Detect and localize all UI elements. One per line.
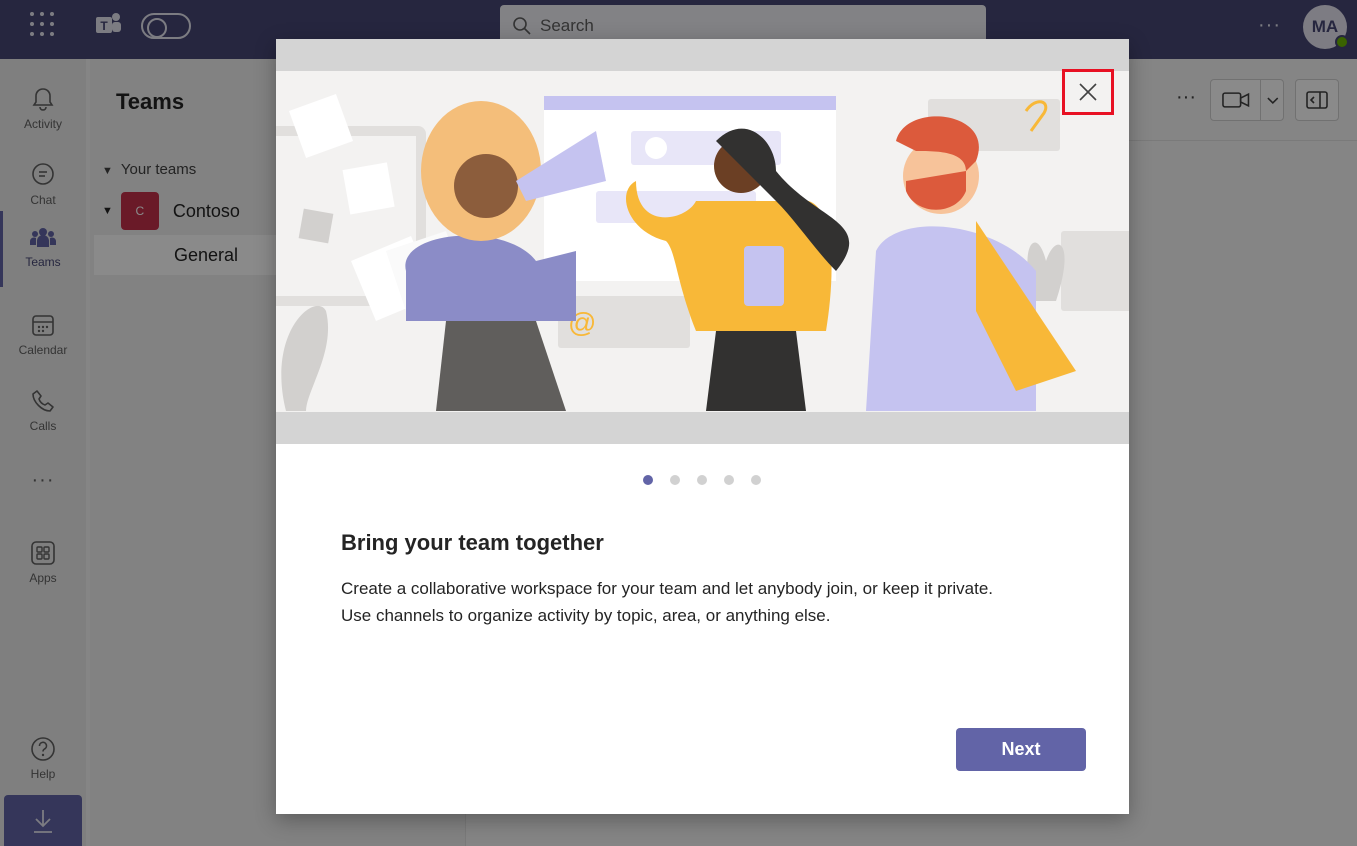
page-dot-2[interactable] [670,475,680,485]
dialog-title: Bring your team together [341,530,604,555]
page-dot-5[interactable] [751,475,761,485]
hero-illustration: @ [276,39,1129,444]
dialog-description: Create a collaborative workspace for you… [341,575,1081,629]
carousel-pagination [643,475,761,485]
page-dot-3[interactable] [697,475,707,485]
welcome-dialog: @ Bring your team together Create a coll… [276,39,1129,814]
page-dot-1[interactable] [643,475,653,485]
description-line-2: Use channels to organize activity by top… [341,606,831,625]
description-line-1: Create a collaborative workspace for you… [341,579,994,598]
close-button[interactable] [1062,69,1114,115]
team-illustration: @ [276,71,1129,412]
next-button[interactable]: Next [956,728,1086,771]
close-icon [1079,83,1097,101]
page-dot-4[interactable] [724,475,734,485]
